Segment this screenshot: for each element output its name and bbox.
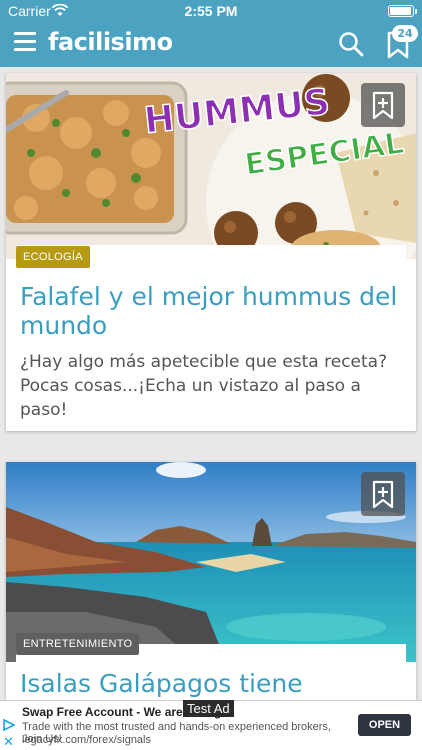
search-icon[interactable]: [338, 31, 364, 57]
category-tag[interactable]: ENTRETENIMIENTO: [16, 633, 140, 655]
article-description: ¿Hay algo más apetecible que esta receta…: [20, 352, 388, 420]
ad-url[interactable]: legacyfx.com/forex/signals: [22, 734, 151, 746]
test-ad-label: Test Ad: [183, 700, 234, 717]
save-button[interactable]: [361, 83, 405, 127]
app-logo[interactable]: facilisimo: [48, 28, 173, 56]
bookmark-add-icon: [372, 91, 394, 120]
status-bar: Carrier 2:55 PM: [0, 0, 422, 22]
top-bar: Carrier 2:55 PM facilisimo 24: [0, 0, 422, 67]
app-bar: facilisimo 24: [0, 22, 422, 67]
menu-button[interactable]: [14, 32, 36, 52]
article-image: HUMMUS ESPECIAL: [6, 73, 416, 259]
save-button[interactable]: [361, 472, 405, 516]
article-image: [6, 462, 416, 662]
category-tag[interactable]: ECOLOGÍA: [16, 246, 90, 268]
ad-choices-icon[interactable]: [3, 719, 15, 731]
saved-count-badge: 24: [392, 25, 418, 42]
menu-icon: [14, 32, 36, 35]
close-icon[interactable]: ✕: [3, 735, 14, 750]
article-card[interactable]: [6, 462, 416, 702]
battery-icon: [388, 5, 417, 17]
article-title[interactable]: Falafel y el mejor hummus del mundo: [20, 282, 400, 340]
article-title[interactable]: Isalas Galápagos tiene: [20, 669, 400, 698]
clock: 2:55 PM: [184, 3, 238, 19]
bookmark-add-icon: [372, 480, 394, 509]
open-button[interactable]: OPEN: [358, 714, 411, 736]
